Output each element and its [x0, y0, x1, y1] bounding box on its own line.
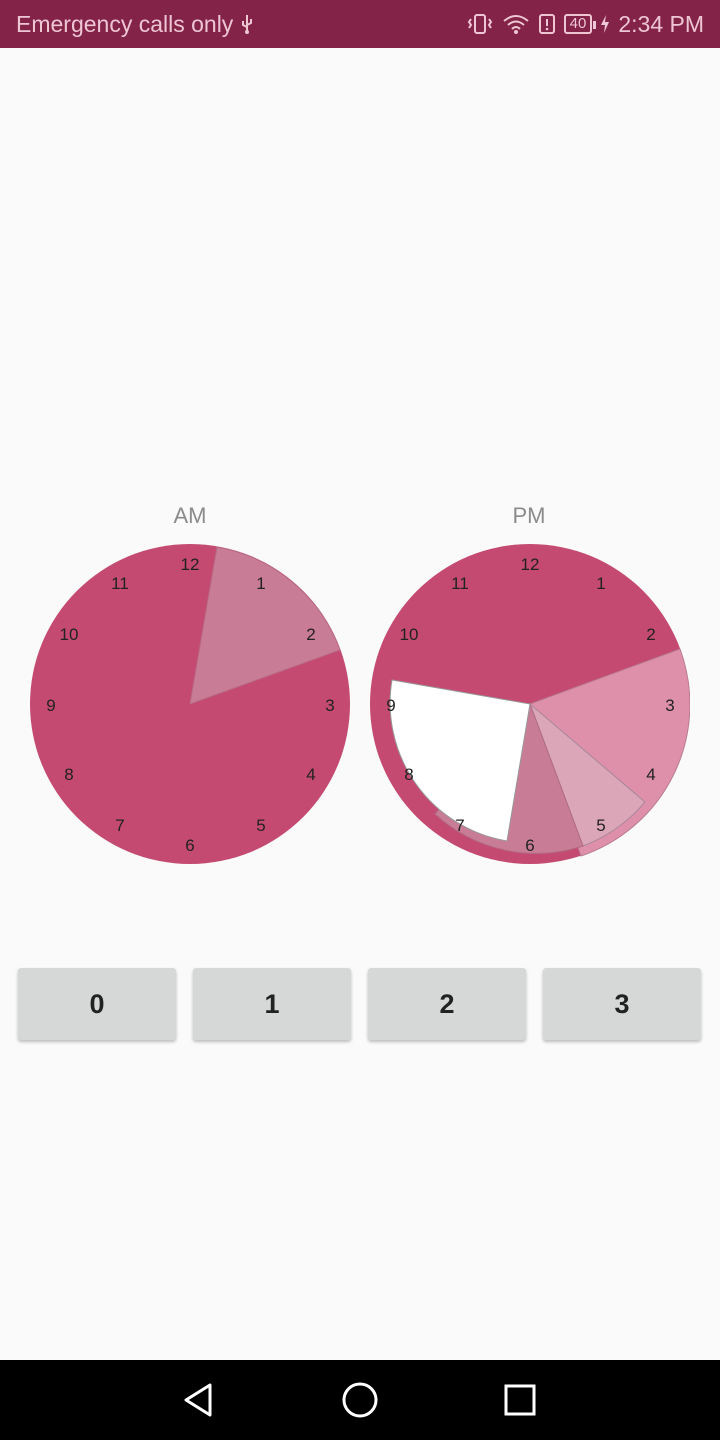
am-hour-9: 9 [46, 696, 55, 715]
am-hour-4: 4 [306, 765, 315, 784]
pm-hour-6: 6 [525, 836, 534, 855]
pm-hour-11: 11 [451, 574, 469, 593]
pm-hour-8: 8 [404, 765, 413, 784]
home-icon[interactable] [340, 1380, 380, 1420]
pm-hour-1: 1 [596, 574, 605, 593]
pm-hour-7: 7 [455, 816, 464, 835]
status-time: 2:34 PM [618, 10, 704, 37]
pm-clock-chart[interactable]: 12 1 2 3 4 5 6 7 8 9 10 11 [370, 544, 690, 864]
pm-hour-10: 10 [400, 625, 419, 644]
alert-icon [538, 13, 556, 35]
vibrate-icon [466, 13, 494, 35]
back-icon[interactable] [180, 1380, 220, 1420]
am-clock-chart[interactable]: 12 1 2 3 4 5 6 7 8 9 10 11 [30, 544, 350, 864]
number-button-row: 0 1 2 3 [18, 968, 702, 1040]
button-1[interactable]: 1 [193, 968, 351, 1040]
am-hour-2: 2 [306, 625, 315, 644]
recents-icon[interactable] [500, 1380, 540, 1420]
wifi-icon [502, 13, 530, 35]
am-hour-12: 12 [181, 555, 200, 574]
am-hour-6: 6 [185, 836, 194, 855]
battery-icon: 40 [563, 14, 596, 34]
am-hour-3: 3 [325, 696, 334, 715]
am-hour-7: 7 [115, 816, 124, 835]
carrier-text: Emergency calls only [16, 10, 234, 37]
am-hour-5: 5 [256, 816, 265, 835]
pm-label: PM [512, 503, 546, 528]
am-hour-8: 8 [64, 765, 73, 784]
am-hour-11: 11 [111, 574, 129, 593]
am-hour-10: 10 [60, 625, 79, 644]
pm-hour-9: 9 [386, 696, 395, 715]
button-3[interactable]: 3 [543, 968, 701, 1040]
pm-hour-3: 3 [665, 696, 674, 715]
button-0[interactable]: 0 [18, 968, 176, 1040]
navigation-bar [0, 1360, 720, 1440]
pm-hour-4: 4 [646, 765, 655, 784]
usb-icon [239, 13, 255, 35]
status-bar: Emergency calls only 40 2:34 PM [0, 0, 720, 48]
am-hour-1: 1 [256, 574, 265, 593]
pm-hour-5: 5 [596, 816, 605, 835]
am-label: AM [173, 503, 207, 528]
pm-hour-12: 12 [521, 555, 540, 574]
button-2[interactable]: 2 [368, 968, 526, 1040]
pm-hour-2: 2 [646, 625, 655, 644]
charging-icon [600, 14, 610, 34]
